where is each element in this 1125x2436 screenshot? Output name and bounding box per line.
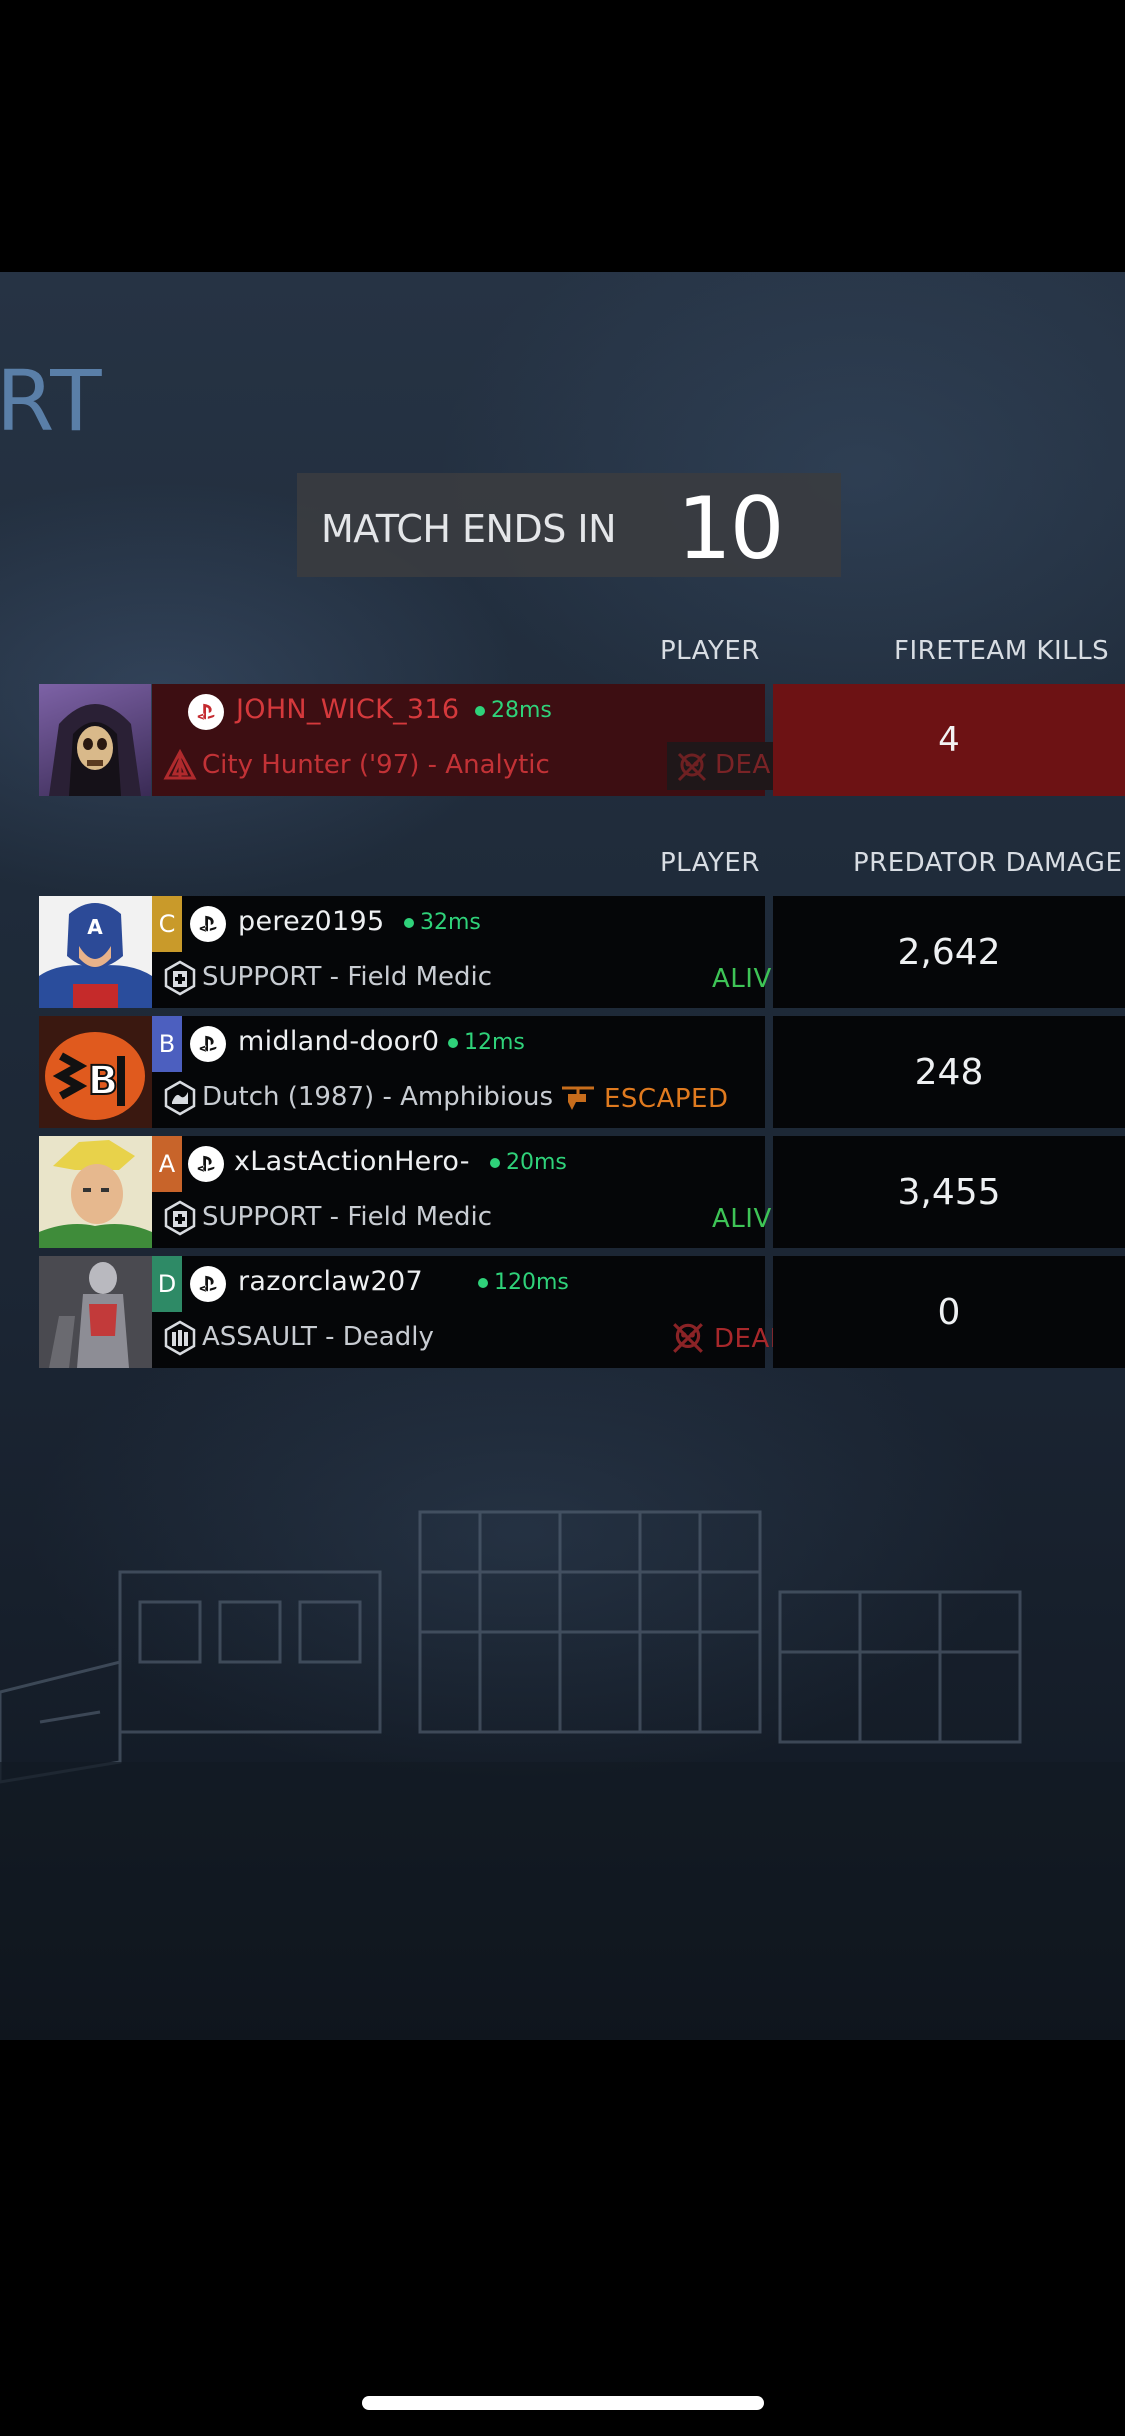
ping-dot-icon [478,1278,488,1288]
playstation-icon [190,1266,226,1302]
screen: RT MATCH ENDS IN 10 PLAYER FIRETEAM KILL… [0,0,1125,2436]
squad-player-header: PLAYER [660,848,760,878]
ping-value: 20ms [506,1150,567,1175]
player-name: razorclaw207 [238,1266,423,1297]
hooded-skull-icon [49,704,141,796]
player-avatar [39,1136,152,1248]
amphibious-class-icon [164,1080,196,1116]
predator-damage-value: 3,455 [773,1136,1125,1248]
timer-label: MATCH ENDS IN [321,507,617,551]
hunter-class-icon [163,748,197,780]
player-status: ESCAPED [604,1084,729,1114]
ping-dot-icon [490,1158,500,1168]
svg-text:A: A [87,915,103,939]
predator-damage-value: 0 [773,1256,1125,1368]
squad-letter: B [152,1016,182,1072]
match-timer: MATCH ENDS IN 10 [297,473,841,579]
skull-icon [673,1323,703,1353]
ping-dot-icon [448,1038,458,1048]
player-panel: C perez0195 32ms SUPPORT - Field Medic A… [152,896,788,1008]
squad-row[interactable]: A xLastActionHero- 20ms SUPPORT - Field … [39,1136,1125,1248]
ping-value: 120ms [494,1270,569,1295]
player-panel: B midland-door0 12ms Dutch (1987) - Amph… [152,1016,765,1128]
player-name: midland-door0 [238,1026,440,1057]
fireteam-player-panel: JOHN_WICK_316 28ms City Hunter ('97) - A… [152,684,801,796]
skull-icon [677,752,707,782]
player-ping: 120ms [478,1270,569,1295]
player-avatar: A [39,896,152,1008]
fireteam-kills-value: 4 [773,684,1125,796]
player-class: ASSAULT - Deadly [202,1322,434,1352]
helicopter-icon [562,1086,594,1110]
player-avatar: B [39,1016,152,1128]
playstation-icon [188,1146,224,1182]
fireteam-kills-header: FIRETEAM KILLS [894,636,1110,666]
player-name: xLastActionHero- [234,1146,470,1177]
assault-class-icon [164,1320,196,1356]
fighter-portrait-icon [39,1136,152,1248]
fireteam-player-header: PLAYER [660,636,760,666]
bengals-helmet-icon: B [39,1016,152,1128]
squad-row[interactable]: B B midland-door0 12ms Dutch (1987) - Am… [39,1016,1125,1128]
playstation-icon [188,694,224,730]
fireteam-row[interactable]: JOHN_WICK_316 28ms City Hunter ('97) - A… [39,684,1125,796]
predator-damage-value: 2,642 [773,896,1125,1008]
player-name: JOHN_WICK_316 [236,694,460,725]
squad-row[interactable]: A C perez0195 32ms SUPPORT - Field Medic… [39,896,1125,1008]
armored-soldier-icon [39,1256,152,1368]
ping-dot-icon [475,706,485,716]
match-scoreboard: RT MATCH ENDS IN 10 PLAYER FIRETEAM KILL… [0,272,1125,2040]
player-ping: 12ms [448,1030,525,1055]
squad-letter: D [152,1256,182,1312]
player-class: Dutch (1987) - Amphibious [202,1082,554,1112]
mode-title: RT [0,352,104,450]
player-class: City Hunter ('97) - Analytic [202,750,550,780]
ping-value: 32ms [420,910,481,935]
playstation-icon [190,906,226,942]
player-avatar [39,1256,152,1368]
squad-letter: A [152,1136,182,1192]
player-name: perez0195 [238,906,385,937]
player-class: SUPPORT - Field Medic [202,962,493,992]
player-ping: 20ms [490,1150,567,1175]
player-panel: D razorclaw207 120ms ASSAULT - Deadly DE… [152,1256,790,1368]
player-ping: 28ms [475,698,552,723]
squad-letter: C [152,896,182,952]
player-panel: A xLastActionHero- 20ms SUPPORT - Field … [152,1136,788,1248]
ping-dot-icon [404,918,414,928]
home-indicator[interactable] [362,2396,764,2410]
ping-value: 12ms [464,1030,525,1055]
playstation-icon [190,1026,226,1062]
predator-damage-header: PREDATOR DAMAGE [853,848,1123,878]
player-class: SUPPORT - Field Medic [202,1202,493,1232]
timer-value: 10 [677,479,784,579]
support-class-icon [164,1200,196,1236]
background-ruins [0,1510,1125,2002]
masked-hero-icon: A [39,896,152,1008]
player-avatar [39,684,151,796]
player-ping: 32ms [404,910,481,935]
squad-row[interactable]: D razorclaw207 120ms ASSAULT - Deadly DE… [39,1256,1125,1368]
ping-value: 28ms [491,698,552,723]
predator-damage-value: 248 [773,1016,1125,1128]
support-class-icon [164,960,196,996]
svg-text:B: B [88,1058,119,1104]
